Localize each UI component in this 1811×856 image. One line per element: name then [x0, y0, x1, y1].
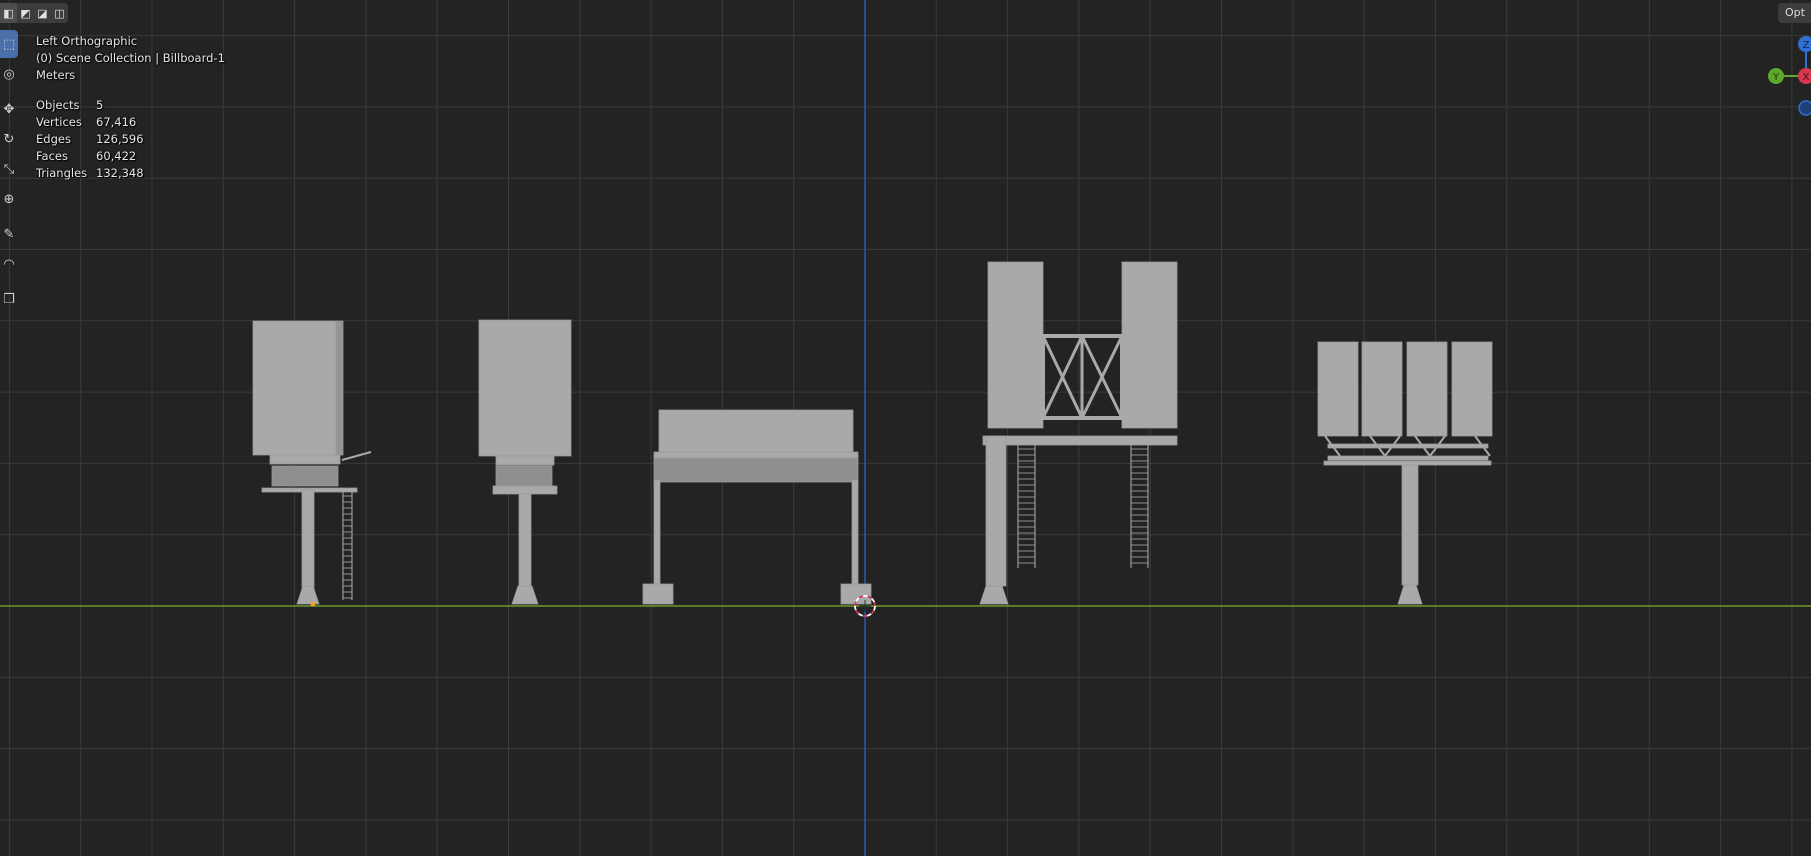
billboard-2-catwalk: [492, 485, 558, 495]
billboard-2-panel: [478, 319, 572, 457]
billboard-2-base: [511, 585, 539, 605]
billboard-1-pole: [301, 489, 315, 591]
billboard-5-panel-1: [1317, 341, 1359, 437]
stat-value: 126,596: [96, 132, 144, 146]
billboard-5-catwalk: [1323, 460, 1492, 466]
billboard-1-side: [335, 320, 344, 456]
billboard-2-walkway: [495, 455, 555, 466]
annotate-icon[interactable]: ✎: [0, 220, 18, 248]
stat-value: 132,348: [96, 166, 144, 180]
stat-row: Faces 60,422: [36, 148, 144, 165]
stat-label: Objects: [36, 98, 80, 112]
billboard-3[interactable]: [642, 409, 872, 605]
billboard-1[interactable]: [252, 320, 372, 605]
gizmo-x-label: X: [1803, 72, 1810, 83]
viewport-scene[interactable]: Z Y X: [0, 0, 1811, 856]
view-collection: (0) Scene Collection | Billboard-1: [36, 51, 225, 65]
select-new-icon[interactable]: ◧: [0, 3, 17, 23]
billboard-5[interactable]: [1317, 341, 1493, 605]
add-cube-icon[interactable]: ❒: [0, 285, 18, 313]
billboard-5-rail-1: [1327, 443, 1489, 449]
measure-icon[interactable]: ◠: [0, 250, 18, 278]
billboard-1-frame: [271, 465, 339, 487]
selection-mode-bar: ◧ ◩ ◪ ◫: [0, 3, 68, 23]
stat-value: 5: [96, 98, 104, 112]
stat-label: Triangles: [36, 166, 88, 180]
billboard-4-base: [979, 585, 1009, 605]
options-button[interactable]: Opt: [1778, 3, 1811, 23]
stat-value: 60,422: [96, 149, 137, 163]
cursor-icon[interactable]: ◎: [0, 60, 18, 88]
stat-value: 67,416: [96, 115, 137, 129]
rotate-icon[interactable]: ↻: [0, 125, 18, 153]
select-box-icon[interactable]: ⬚: [0, 30, 18, 58]
scene-statistics: Objects 5 Vertices 67,416 Edges 126,596 Faces 6…: [36, 97, 144, 182]
billboard-4-column: [985, 435, 1007, 587]
transform-icon[interactable]: ⊕: [0, 185, 18, 213]
billboard-3-walkway: [653, 451, 859, 459]
billboard-3-leg-left: [653, 479, 661, 585]
view-units: Meters: [36, 68, 76, 82]
billboard-5-panel-4: [1451, 341, 1493, 437]
billboard-3-truss: [653, 457, 859, 483]
object-origin: [310, 601, 316, 607]
gizmo-y-label: Y: [1772, 72, 1780, 83]
scale-icon[interactable]: ⤡: [0, 155, 18, 183]
billboard-1-walkway: [269, 454, 341, 465]
stat-label: Vertices: [36, 115, 82, 129]
billboard-1-panel: [252, 320, 338, 456]
navigation-gizmo[interactable]: Z Y X: [1768, 36, 1811, 116]
stat-row: Vertices 67,416: [36, 114, 144, 131]
billboard-3-leg-right: [851, 479, 859, 585]
stat-row: Triangles 132,348: [36, 165, 144, 182]
select-invert-icon[interactable]: ◫: [51, 3, 68, 23]
billboard-3-base-left: [642, 583, 674, 605]
billboard-3-panel: [658, 409, 854, 459]
view-projection: Left Orthographic: [36, 34, 138, 48]
billboard-2-frame: [495, 465, 553, 487]
viewport-info: Left Orthographic (0) Scene Collection |…: [36, 33, 225, 84]
billboard-4-crossbeam: [982, 435, 1178, 446]
select-subtract-icon[interactable]: ◪: [34, 3, 51, 23]
stat-row: Objects 5: [36, 97, 144, 114]
billboard-4-panel-right: [1121, 261, 1178, 429]
3d-viewport[interactable]: Z Y X ◧ ◩ ◪ ◫ Opt ⬚ ◎ ✥ ↻ ⤡ ⊕ ✎ ◠ ❒ Left Orthograph…: [0, 0, 1811, 856]
stat-label: Faces: [36, 149, 68, 163]
select-extend-icon[interactable]: ◩: [17, 3, 34, 23]
move-icon[interactable]: ✥: [0, 95, 18, 123]
stat-label: Edges: [36, 132, 71, 146]
billboard-2[interactable]: [478, 319, 572, 605]
stat-row: Edges 126,596: [36, 131, 144, 148]
billboard-4-truss-cross: [1041, 335, 1124, 419]
billboard-5-panel-3: [1406, 341, 1448, 437]
billboard-5-pole: [1401, 464, 1419, 586]
billboard-5-panel-2: [1361, 341, 1403, 437]
billboard-2-pole: [518, 493, 532, 587]
gizmo-neg-z-handle: [1798, 100, 1811, 116]
billboard-4-panel-left: [987, 261, 1044, 429]
billboard-5-rail-2: [1327, 455, 1489, 461]
billboard-5-base: [1397, 584, 1423, 605]
gizmo-z-label: Z: [1803, 40, 1810, 51]
billboard-1-base: [296, 585, 320, 605]
